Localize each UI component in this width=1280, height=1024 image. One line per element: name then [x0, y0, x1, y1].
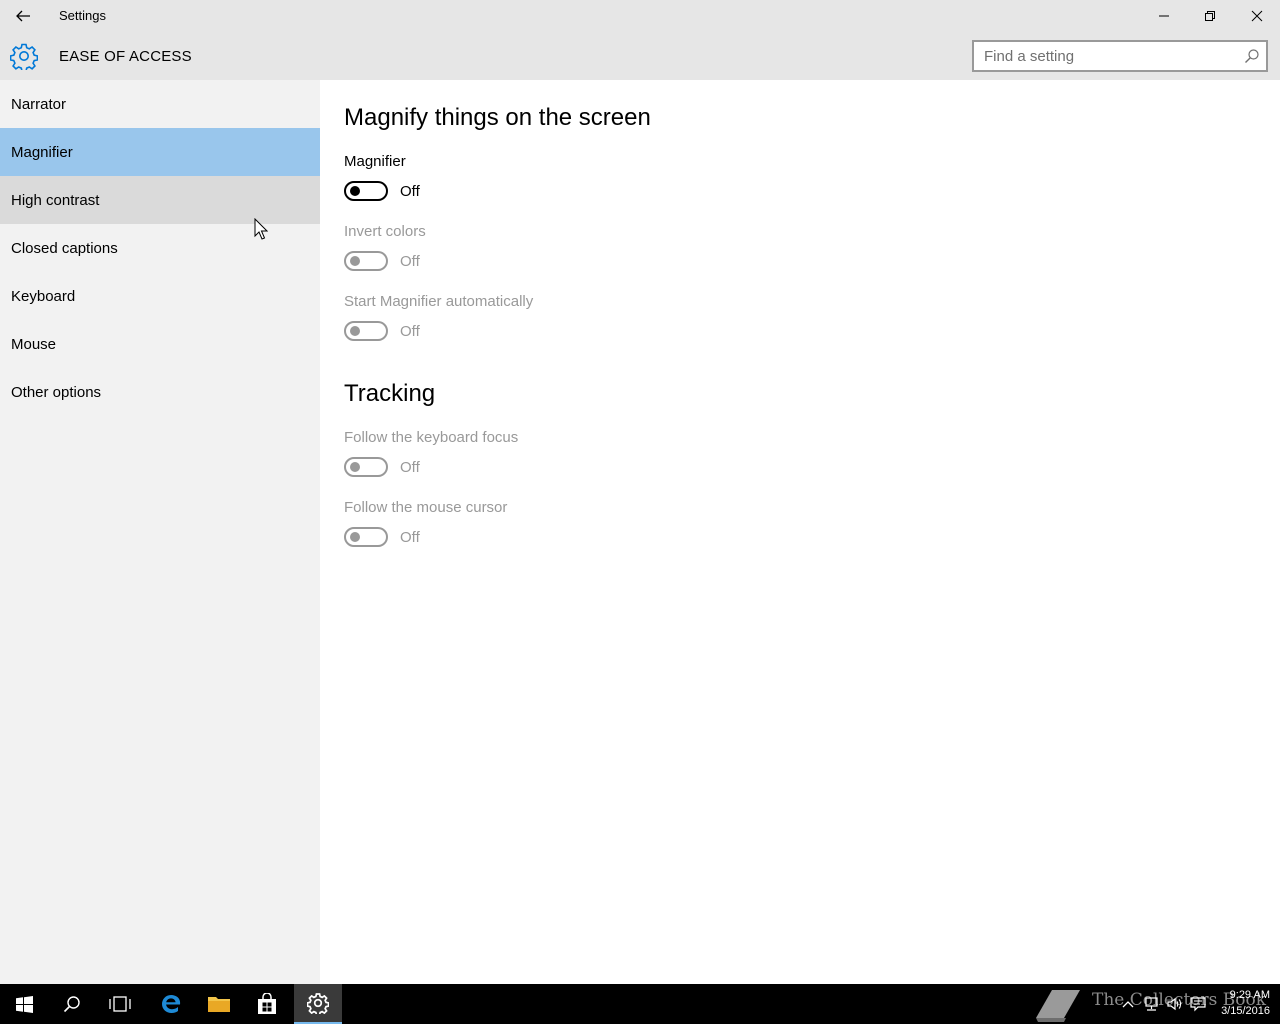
task-view-button[interactable] — [96, 984, 144, 1024]
follow-mouse-cursor-toggle-row: Off — [344, 527, 420, 547]
minimize-icon — [1159, 15, 1169, 17]
windows-logo-icon — [15, 995, 33, 1013]
invert-colors-label: Invert colors — [344, 223, 426, 240]
toggle-knob — [350, 326, 360, 336]
sidebar-item-mouse[interactable]: Mouse — [0, 320, 320, 368]
clock-time: 9:29 AM — [1229, 989, 1270, 1001]
app-header: EASE OF ACCESS — [0, 32, 1280, 80]
action-center-icon[interactable] — [1190, 996, 1206, 1012]
sidebar-item-magnifier[interactable]: Magnifier — [0, 128, 320, 176]
follow-mouse-cursor-label: Follow the mouse cursor — [344, 499, 508, 516]
sidebar-item-label: Mouse — [11, 335, 57, 353]
back-button[interactable] — [0, 0, 46, 32]
edge-browser-button[interactable] — [147, 984, 195, 1024]
volume-icon[interactable] — [1166, 996, 1182, 1012]
sidebar-item-label: Magnifier — [11, 143, 73, 161]
restore-icon — [1205, 11, 1215, 21]
invert-colors-toggle — [344, 251, 388, 271]
invert-colors-state: Off — [400, 252, 420, 270]
start-magnifier-auto-state: Off — [400, 322, 420, 340]
minimize-button[interactable] — [1141, 0, 1187, 32]
edge-icon — [162, 995, 181, 1013]
gear-icon — [10, 43, 38, 70]
file-explorer-button[interactable] — [195, 984, 243, 1024]
toggle-knob — [350, 256, 360, 266]
title-bar: Settings — [0, 0, 1280, 32]
toggle-knob — [350, 532, 360, 542]
sidebar-item-label: Keyboard — [11, 287, 76, 305]
start-button[interactable] — [0, 984, 48, 1024]
follow-keyboard-focus-state: Off — [400, 458, 420, 476]
magnifier-toggle-row[interactable]: Off — [344, 181, 420, 201]
search-box[interactable] — [972, 40, 1268, 72]
store-button[interactable] — [243, 984, 291, 1024]
close-icon — [1251, 10, 1263, 22]
start-magnifier-auto-toggle — [344, 321, 388, 341]
follow-mouse-cursor-state: Off — [400, 528, 420, 546]
follow-mouse-cursor-toggle — [344, 527, 388, 547]
magnifier-toggle[interactable] — [344, 181, 388, 201]
sidebar-item-keyboard[interactable]: Keyboard — [0, 272, 320, 320]
sidebar: Narrator Magnifier High contrast Closed … — [0, 80, 320, 984]
back-arrow-icon — [16, 10, 30, 22]
search-input[interactable] — [974, 42, 1224, 70]
settings-taskbar-button[interactable] — [294, 984, 342, 1024]
search-icon[interactable] — [1244, 48, 1260, 64]
window-title: Settings — [59, 8, 106, 23]
restore-button[interactable] — [1187, 0, 1233, 32]
magnifier-state: Off — [400, 182, 420, 200]
sidebar-item-closed-captions[interactable]: Closed captions — [0, 224, 320, 272]
tracking-heading: Tracking — [344, 380, 436, 407]
folder-icon — [208, 997, 230, 1012]
mouse-pointer-icon — [254, 218, 268, 240]
toggle-knob — [350, 462, 360, 472]
sidebar-item-other-options[interactable]: Other options — [0, 368, 320, 416]
search-icon — [63, 996, 80, 1013]
book-watermark-icon — [1036, 990, 1080, 1022]
store-bag-icon — [258, 993, 276, 1014]
section-heading: Magnify things on the screen — [344, 104, 651, 131]
start-magnifier-auto-label: Start Magnifier automatically — [344, 293, 534, 310]
sidebar-item-label: Narrator — [11, 95, 67, 113]
start-magnifier-auto-toggle-row: Off — [344, 321, 420, 341]
sidebar-item-narrator[interactable]: Narrator — [0, 80, 320, 128]
task-view-icon — [109, 996, 131, 1012]
gear-icon — [307, 993, 329, 1014]
follow-keyboard-focus-label: Follow the keyboard focus — [344, 429, 519, 446]
sidebar-item-label: Other options — [11, 383, 102, 401]
invert-colors-toggle-row: Off — [344, 251, 420, 271]
clock-date: 3/15/2016 — [1221, 1005, 1270, 1017]
chevron-up-icon[interactable] — [1120, 996, 1136, 1012]
magnifier-label: Magnifier — [344, 153, 406, 170]
system-clock[interactable]: 9:29 AM 3/15/2016 — [1221, 987, 1270, 1019]
sidebar-item-high-contrast[interactable]: High contrast — [0, 176, 320, 224]
sidebar-item-label: Closed captions — [11, 239, 118, 257]
search-taskbar-button[interactable] — [48, 984, 96, 1024]
toggle-knob — [350, 186, 360, 196]
follow-keyboard-focus-toggle — [344, 457, 388, 477]
page-title: EASE OF ACCESS — [59, 48, 192, 65]
network-icon[interactable] — [1143, 996, 1159, 1012]
taskbar: The Collectors Book 9:29 AM 3/15/2016 — [0, 984, 1280, 1024]
close-button[interactable] — [1234, 0, 1280, 32]
follow-keyboard-focus-toggle-row: Off — [344, 457, 420, 477]
sidebar-item-label: High contrast — [11, 191, 100, 209]
